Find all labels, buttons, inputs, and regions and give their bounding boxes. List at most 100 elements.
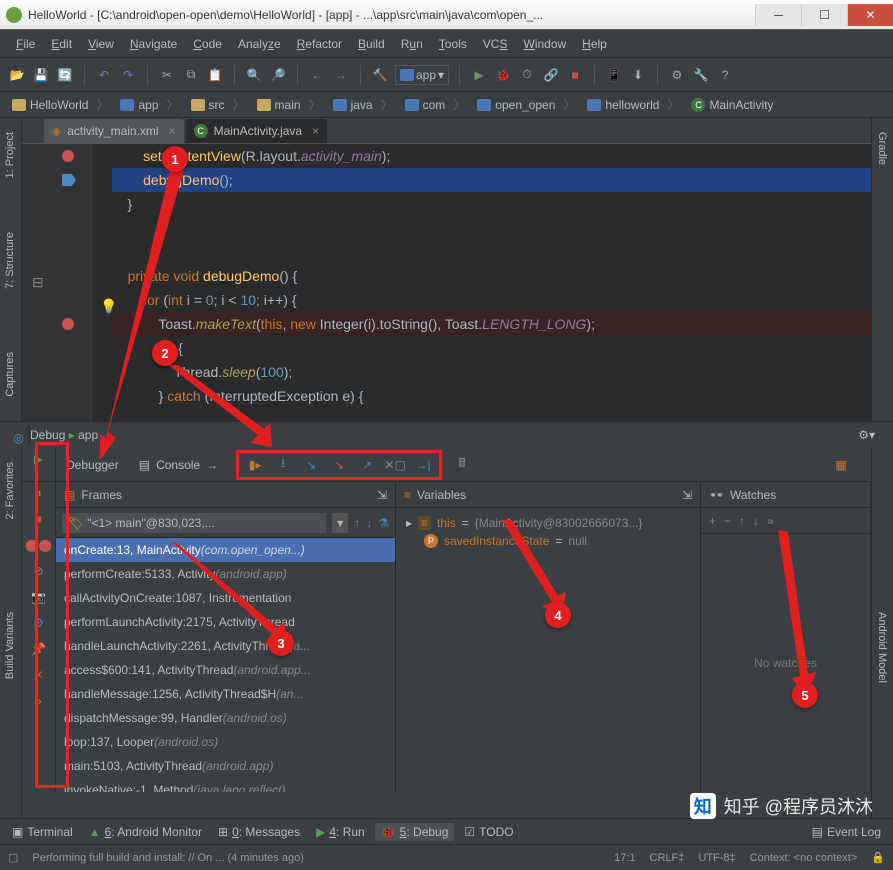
mute-breakpoints-icon[interactable]: ⊘ <box>30 562 48 580</box>
tab-terminal[interactable]: ▣Terminal <box>6 823 79 841</box>
prev-frame-icon[interactable]: ↑ <box>354 516 360 530</box>
menu-code[interactable]: Code <box>187 35 228 53</box>
more-icon[interactable]: » <box>767 514 774 528</box>
crumb-app[interactable]: app <box>114 94 184 115</box>
profile-icon[interactable]: ⏱ <box>518 66 536 84</box>
down-icon[interactable]: ↓ <box>753 514 759 528</box>
sync-icon[interactable]: 🔄 <box>56 66 74 84</box>
menu-edit[interactable]: Edit <box>45 35 78 53</box>
execution-point-icon[interactable] <box>62 174 76 186</box>
pause-icon[interactable]: ⏸ <box>30 484 48 502</box>
menu-view[interactable]: View <box>82 35 120 53</box>
variable-row[interactable]: PsavedInstanceState = null <box>402 532 694 550</box>
filter-icon[interactable]: ⚗ <box>378 516 389 530</box>
close-icon[interactable]: × <box>169 124 176 138</box>
menu-build[interactable]: Build <box>352 35 391 53</box>
code-editor[interactable]: ⊟ 💡 setContentView(R.layout.activity_mai… <box>22 144 871 421</box>
tab-android-model[interactable]: Android Model <box>874 608 890 687</box>
file-tab-activity-main[interactable]: ◈ activity_main.xml × <box>44 119 184 143</box>
show-execution-icon[interactable]: ▮▸ <box>245 455 265 475</box>
frame-row[interactable]: dispatchMessage:99, Handler (android.os) <box>56 706 395 730</box>
copy-icon[interactable]: ⧉ <box>182 66 200 84</box>
layout-settings-icon[interactable]: ⚙ <box>30 614 48 632</box>
back-icon[interactable]: ← <box>308 66 326 84</box>
frame-row[interactable]: onCreate:13, MainActivity (com.open_open… <box>56 538 395 562</box>
tab-todo[interactable]: ☑TODO <box>458 823 519 841</box>
crumb-java[interactable]: java <box>327 94 399 115</box>
settings-icon[interactable]: 🔧 <box>692 66 710 84</box>
remove-watch-icon[interactable]: − <box>724 514 731 528</box>
screenshot-icon[interactable]: 📷 <box>30 588 48 606</box>
restore-icon[interactable]: ⇲ <box>377 488 387 502</box>
breakpoint-icon[interactable] <box>62 318 74 330</box>
lock-icon[interactable]: 🔒 <box>871 851 885 864</box>
frame-row[interactable]: callActivityOnCreate:1087, Instrumentati… <box>56 586 395 610</box>
crumb-open[interactable]: open_open <box>471 94 581 115</box>
more-icon[interactable]: » <box>30 692 48 710</box>
step-over-icon[interactable]: ⭳ <box>273 455 293 475</box>
tab-android-monitor[interactable]: ▲6: Android Monitor <box>83 823 208 841</box>
tab-favorites[interactable]: 2: Favorites <box>2 458 18 523</box>
menu-run[interactable]: Run <box>395 35 429 53</box>
tab-build-variants[interactable]: Build Variants <box>2 608 18 683</box>
frame-row[interactable]: performLaunchActivity:2175, ActivityThre… <box>56 610 395 634</box>
menu-vcs[interactable]: VCS <box>477 35 514 53</box>
force-step-into-icon[interactable]: ↘ <box>329 455 349 475</box>
frame-row[interactable]: invokeNative:-1, Method (java.lang.refle… <box>56 778 395 792</box>
tab-debug[interactable]: 🐞5: Debug <box>375 823 455 841</box>
close-button[interactable]: ✕ <box>847 4 893 26</box>
step-out-icon[interactable]: ↗ <box>357 455 377 475</box>
frame-row[interactable]: performCreate:5133, Activity (android.ap… <box>56 562 395 586</box>
file-tab-mainactivity[interactable]: C MainActivity.java × <box>186 119 328 143</box>
context-label[interactable]: Context: <no context> <box>750 852 858 864</box>
tab-project[interactable]: 1: Project <box>2 128 18 182</box>
attach-icon[interactable]: 🔗 <box>542 66 560 84</box>
crumb-main[interactable]: main <box>251 94 327 115</box>
gear-icon[interactable]: ⚙▾ <box>858 428 875 442</box>
open-icon[interactable]: 📂 <box>8 66 26 84</box>
frames-list[interactable]: onCreate:13, MainActivity (com.open_open… <box>56 538 395 792</box>
caret-position[interactable]: 17:1 <box>614 852 635 864</box>
crumb-src[interactable]: src <box>185 94 251 115</box>
up-icon[interactable]: ↑ <box>739 514 745 528</box>
tab-run[interactable]: ▶4: Run <box>310 823 371 841</box>
variable-row[interactable]: ▸≡this = {MainActivity@83002666073...} <box>402 514 694 532</box>
menu-help[interactable]: Help <box>576 35 613 53</box>
add-watch-icon[interactable]: + <box>709 514 716 528</box>
find-icon[interactable]: 🔍 <box>245 66 263 84</box>
tab-messages[interactable]: ⊞0: Messages <box>212 823 306 841</box>
crumb-com[interactable]: com <box>399 94 472 115</box>
variables-tree[interactable]: ▸≡this = {MainActivity@83002666073...} P… <box>396 508 700 792</box>
resume-icon[interactable]: ▶ <box>30 450 48 468</box>
menu-tools[interactable]: Tools <box>433 35 473 53</box>
status-icon[interactable]: ▢ <box>8 851 18 864</box>
tab-debugger[interactable]: Debugger <box>56 454 129 476</box>
file-encoding[interactable]: UTF-8‡ <box>698 852 735 864</box>
structure-icon[interactable]: ⚙ <box>668 66 686 84</box>
stop-icon[interactable]: ■ <box>566 66 584 84</box>
menu-analyze[interactable]: Analyze <box>232 35 287 53</box>
stop-icon[interactable]: ■ <box>30 510 48 528</box>
tab-captures[interactable]: Captures <box>2 348 18 401</box>
run-to-cursor-icon[interactable]: →| <box>413 455 433 475</box>
drop-frame-icon[interactable]: ✕▢ <box>385 455 405 475</box>
menu-file[interactable]: File <box>10 35 41 53</box>
run-config-select[interactable]: app ▾ <box>395 65 449 85</box>
avd-icon[interactable]: 📱 <box>605 66 623 84</box>
frame-row[interactable]: main:5103, ActivityThread (android.app) <box>56 754 395 778</box>
forward-icon[interactable]: → <box>332 66 350 84</box>
expand-icon[interactable]: ▸ <box>406 516 412 530</box>
fold-minus-icon[interactable]: ⊟ <box>32 270 44 294</box>
redo-icon[interactable]: ↷ <box>119 66 137 84</box>
tab-gradle[interactable]: Gradle <box>874 128 890 169</box>
make-icon[interactable]: 🔨 <box>371 66 389 84</box>
paste-icon[interactable]: 📋 <box>206 66 224 84</box>
crumb-helloworld[interactable]: helloworld <box>581 94 685 115</box>
tab-event-log[interactable]: ▤Event Log <box>806 823 887 841</box>
thread-select[interactable]: 🏷 "<1> main"@830,023,... <box>62 513 326 533</box>
close-icon[interactable]: × <box>312 124 319 138</box>
run-icon[interactable]: ▶ <box>470 66 488 84</box>
cut-icon[interactable]: ✂ <box>158 66 176 84</box>
restore-icon[interactable]: ⇲ <box>682 488 692 502</box>
breakpoint-icon[interactable] <box>62 150 74 162</box>
